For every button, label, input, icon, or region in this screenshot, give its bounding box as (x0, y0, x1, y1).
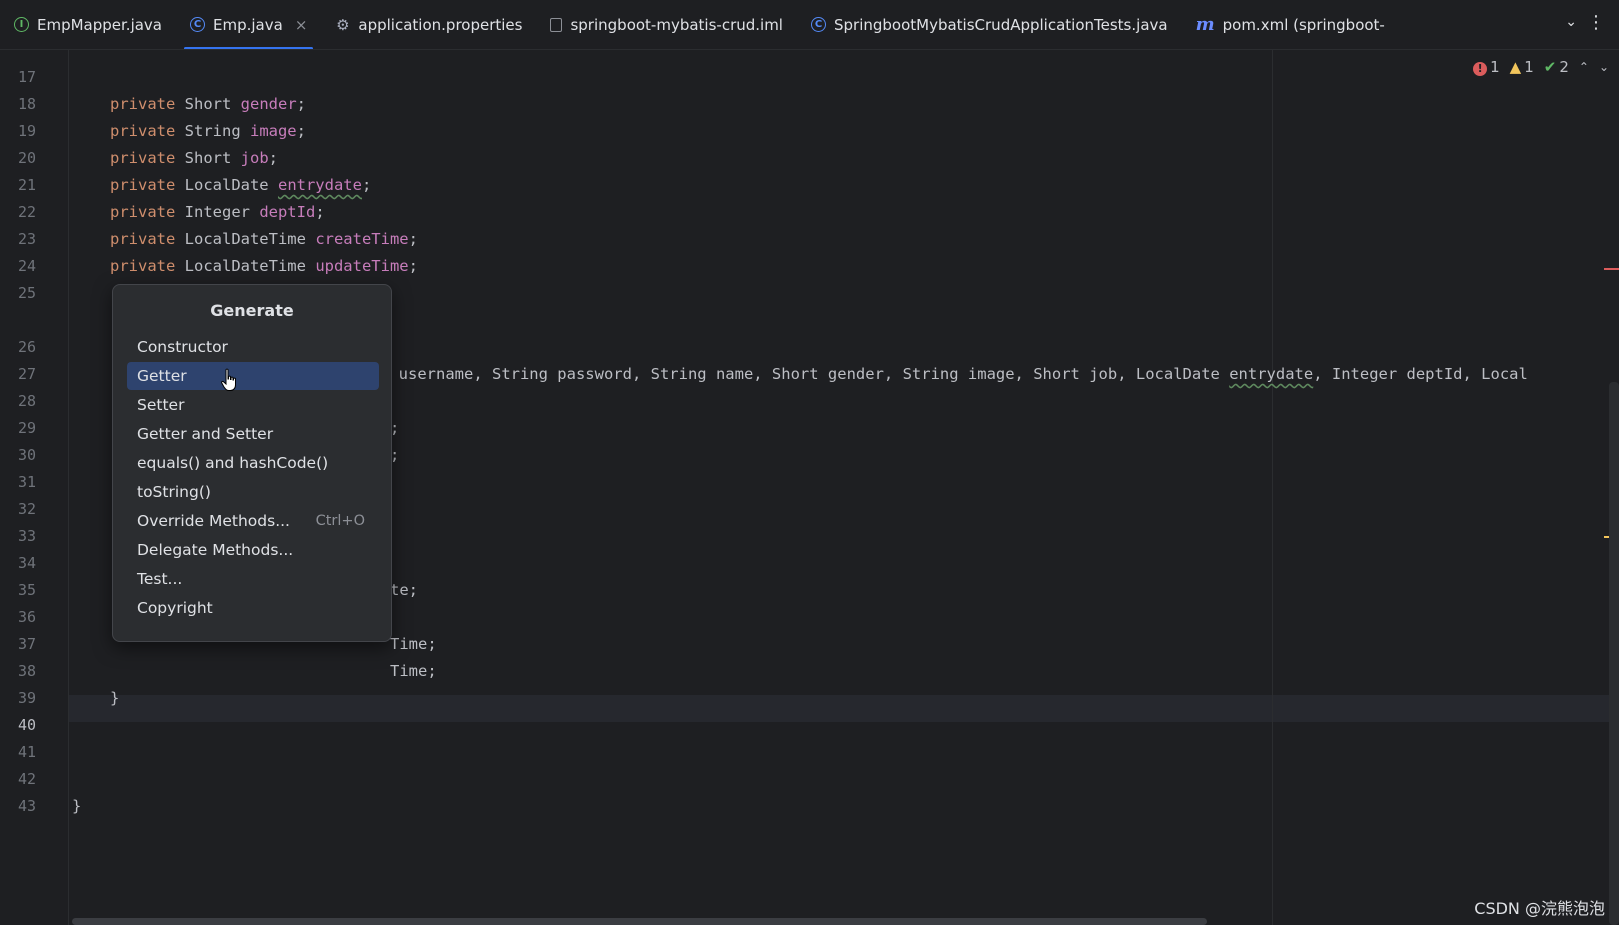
menu-item-delegate-methods[interactable]: Delegate Methods... (127, 536, 379, 564)
watermark: CSDN @浣熊泡泡 (1474, 899, 1605, 918)
code-line: 20 private LocalDate entrydate; (0, 118, 1619, 194)
warning-icon: ▲ (1509, 58, 1522, 76)
interface-icon: I (14, 17, 29, 32)
tab-label: pom.xml (springboot- (1222, 15, 1385, 34)
chevron-up-icon[interactable]: ⌃ (1579, 60, 1589, 74)
code-line: 23 private LocalDateTime updateTime; (0, 199, 1619, 275)
tab-label: Emp.java (213, 15, 283, 34)
menu-item-test[interactable]: Test... (127, 565, 379, 593)
shortcut-label: Ctrl+O (315, 513, 365, 529)
inspection-widget[interactable]: ! 1 ▲ 1 ✔ 2 ⌃ ⌄ (1473, 58, 1609, 76)
menu-item-constructor[interactable]: Constructor (127, 333, 379, 361)
code-line: 19 private Short job; (0, 91, 1619, 167)
hand-cursor-icon (221, 368, 236, 391)
code-line: 24 (0, 226, 1619, 275)
code-line: 17 private Short gender; (0, 37, 1619, 113)
checkmark-icon: ✔ (1543, 58, 1557, 76)
gear-icon: ⚙ (336, 15, 350, 34)
line-number: 25 (17, 284, 36, 302)
menu-item-getter-and-setter[interactable]: Getter and Setter (127, 420, 379, 448)
menu-item-equals-hashcode[interactable]: equals() and hashCode() (127, 449, 379, 477)
horizontal-scrollbar[interactable] (72, 918, 1207, 925)
close-icon[interactable]: × (295, 16, 308, 34)
code-line: 18 private String image; (0, 64, 1619, 140)
error-count[interactable]: ! 1 (1473, 58, 1500, 76)
tab-label: application.properties (358, 15, 523, 34)
error-icon: ! (1473, 61, 1488, 76)
more-vertical-icon[interactable]: ⋮ (1587, 12, 1605, 33)
vertical-scrollbar[interactable] (1609, 382, 1619, 925)
menu-item-override-methods[interactable]: Override Methods... Ctrl+O (127, 507, 379, 535)
file-icon (550, 17, 563, 32)
chevron-down-icon[interactable]: ⌄ (1599, 60, 1609, 74)
maven-icon: m (1195, 14, 1215, 35)
popup-title: Generate (210, 301, 294, 320)
class-icon: C (190, 17, 206, 32)
chevron-down-icon[interactable]: ⌄ (1565, 14, 1577, 30)
code-line: 40 (0, 685, 1619, 734)
line-number: 43 (17, 797, 36, 815)
code-line: 41 (0, 712, 1619, 761)
tab-label: springboot-mybatis-crud.iml (570, 15, 783, 34)
code-line: 43 (0, 766, 1619, 815)
code-line: 21 private Integer deptId; (0, 145, 1619, 221)
tab-label: SpringbootMybatisCrudApplicationTests.ja… (833, 15, 1168, 34)
ok-count[interactable]: ✔ 2 (1544, 58, 1569, 76)
code-line: 39 (0, 658, 1619, 707)
code-line: 22 private LocalDateTime createTime; (0, 172, 1619, 248)
warning-count[interactable]: ▲ 1 (1510, 58, 1534, 76)
menu-item-getter[interactable]: Getter (127, 362, 379, 390)
menu-item-copyright[interactable]: Copyright (127, 594, 379, 622)
menu-item-tostring[interactable]: toString() (127, 478, 379, 506)
tab-label: EmpMapper.java (37, 15, 163, 34)
code-line: 42 } (0, 739, 1619, 815)
code-line: 25 (0, 253, 1619, 302)
generate-popup: Generate Constructor Getter Setter Gette… (112, 284, 392, 642)
menu-item-setter[interactable]: Setter (127, 391, 379, 419)
error-stripe-marker[interactable] (1604, 268, 1619, 270)
class-icon: C (810, 17, 826, 32)
